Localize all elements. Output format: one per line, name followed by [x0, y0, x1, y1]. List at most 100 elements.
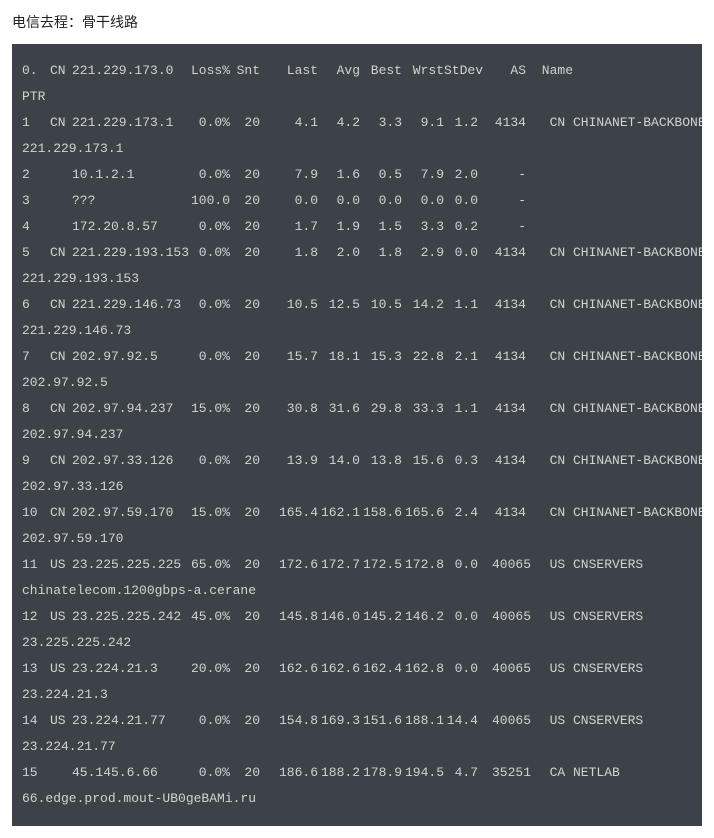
stdev: 1.2 [444, 110, 478, 136]
worst: 2.9 [402, 240, 444, 266]
ip-address: 23.225.225.242 [72, 604, 186, 630]
sent: 20 [230, 110, 264, 136]
hop: 10 [22, 500, 50, 526]
sent: 20 [230, 214, 264, 240]
worst: 194.5 [402, 760, 444, 786]
loss: 65.0% [186, 552, 230, 578]
stdev: 0.0 [444, 188, 478, 214]
ip-address: 221.229.173.0 [72, 58, 186, 84]
asn: 4134 [478, 500, 526, 526]
loss: 0.0% [186, 708, 230, 734]
ptr-line: 66.edge.prod.mout-UB0geBAMi.ru [22, 786, 692, 812]
trace-row: 12US23.225.225.24245.0%20 145.8146.0145.… [22, 604, 692, 630]
avg: 172.7 [318, 552, 360, 578]
last: 186.6 [276, 760, 318, 786]
best: 172.5 [360, 552, 402, 578]
sent: 20 [230, 188, 264, 214]
trace-header-ptr: PTR [22, 84, 692, 110]
country-code: US [50, 656, 72, 682]
trace-row: 13US23.224.21.320.0%20 162.6162.6162.416… [22, 656, 692, 682]
last: 13.9 [276, 448, 318, 474]
last: 154.8 [276, 708, 318, 734]
last: 10.5 [276, 292, 318, 318]
loss: Loss% [186, 58, 230, 84]
ip-address: 23.224.21.77 [72, 708, 186, 734]
loss: 0.0% [186, 162, 230, 188]
stdev: 2.0 [444, 162, 478, 188]
as-name: CN CHINANET-BACKBONE [526, 500, 702, 526]
asn: 40065 [478, 656, 526, 682]
trace-row: 7CN202.97.92.50.0%20 15.718.115.322.82.1… [22, 344, 692, 370]
country-code: US [50, 708, 72, 734]
stdev: 14.4 [444, 708, 478, 734]
stdev: 2.1 [444, 344, 478, 370]
sent: 20 [230, 162, 264, 188]
loss: 20.0% [186, 656, 230, 682]
hop: 14 [22, 708, 50, 734]
last: 1.8 [276, 240, 318, 266]
ip-address: 23.225.225.225 [72, 552, 186, 578]
hop: 0. [22, 58, 50, 84]
ip-address: 45.145.6.66 [72, 760, 186, 786]
hop: 9 [22, 448, 50, 474]
sent: 20 [230, 292, 264, 318]
asn: 4134 [478, 110, 526, 136]
worst: 7.9 [402, 162, 444, 188]
avg: 169.3 [318, 708, 360, 734]
trace-row: 14US23.224.21.770.0%20 154.8169.3151.618… [22, 708, 692, 734]
sent: 20 [230, 500, 264, 526]
ptr-line: 221.229.173.1 [22, 136, 692, 162]
avg: 4.2 [318, 110, 360, 136]
loss: 15.0% [186, 500, 230, 526]
ptr-line: chinatelecom.1200gbps-a.cerane [22, 578, 692, 604]
best: 0.0 [360, 188, 402, 214]
last: Last [276, 58, 318, 84]
traceroute-output: 0.CN221.229.173.0Loss%Snt LastAvgBestWrs… [12, 44, 702, 826]
loss: 0.0% [186, 110, 230, 136]
trace-row: 8CN202.97.94.23715.0%20 30.831.629.833.3… [22, 396, 692, 422]
stdev: 1.1 [444, 292, 478, 318]
loss: 0.0% [186, 344, 230, 370]
trace-header: 0.CN221.229.173.0Loss%Snt LastAvgBestWrs… [22, 58, 692, 84]
avg: 0.0 [318, 188, 360, 214]
best: 10.5 [360, 292, 402, 318]
last: 1.7 [276, 214, 318, 240]
ip-address: 10.1.2.1 [72, 162, 186, 188]
worst: 0.0 [402, 188, 444, 214]
as-name: CN CHINANET-BACKBONE [526, 344, 702, 370]
stdev: 2.4 [444, 500, 478, 526]
asn: - [478, 162, 526, 188]
loss: 0.0% [186, 240, 230, 266]
ptr-line: 221.229.193.153 [22, 266, 692, 292]
country-code: US [50, 552, 72, 578]
worst: 162.8 [402, 656, 444, 682]
ip-address: 202.97.59.170 [72, 500, 186, 526]
worst: Wrst [402, 58, 444, 84]
loss: 0.0% [186, 292, 230, 318]
sent: 20 [230, 552, 264, 578]
avg: 2.0 [318, 240, 360, 266]
as-name: US CNSERVERS [526, 708, 643, 734]
avg: 18.1 [318, 344, 360, 370]
trace-row: 10CN202.97.59.17015.0%20 165.4162.1158.6… [22, 500, 692, 526]
stdev: 4.7 [444, 760, 478, 786]
as-name [526, 188, 550, 214]
sent: 20 [230, 760, 264, 786]
best: 3.3 [360, 110, 402, 136]
sent: 20 [230, 708, 264, 734]
hop: 6 [22, 292, 50, 318]
sent: 20 [230, 240, 264, 266]
as-name: US CNSERVERS [526, 552, 643, 578]
ptr-line: 23.224.21.3 [22, 682, 692, 708]
avg: 31.6 [318, 396, 360, 422]
ptr-line: 221.229.146.73 [22, 318, 692, 344]
hop: 12 [22, 604, 50, 630]
best: 151.6 [360, 708, 402, 734]
ptr-line: 23.224.21.77 [22, 734, 692, 760]
ptr-line: 23.225.225.242 [22, 630, 692, 656]
hop: 15 [22, 760, 50, 786]
country-code: CN [50, 110, 72, 136]
ptr-line: 202.97.92.5 [22, 370, 692, 396]
stdev: 0.0 [444, 604, 478, 630]
best: 29.8 [360, 396, 402, 422]
